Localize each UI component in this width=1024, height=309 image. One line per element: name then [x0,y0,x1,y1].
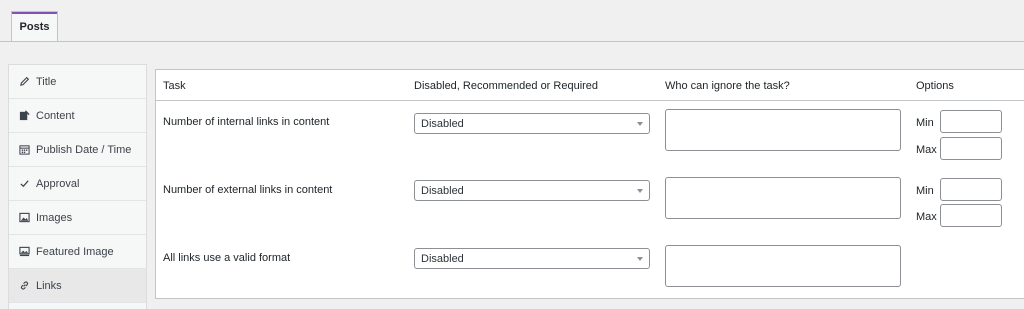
requirement-select-internal-links[interactable]: Disabled [414,113,650,134]
task-label-external-links: Number of external links in content [163,184,333,196]
featured-image-icon [19,246,30,257]
ignore-roles-field-valid-format[interactable] [665,245,901,287]
select-value: Disabled [421,118,464,130]
sidebar-item-label: Publish Date / Time [36,143,132,156]
sidebar-item-label: Featured Image [36,245,114,258]
sidebar-item-label: Content [36,109,75,122]
max-label: Max [916,211,937,223]
sidebar-item-label: Title [36,75,57,88]
chevron-down-icon [637,122,643,126]
select-value: Disabled [421,253,464,265]
sidebar-item-links[interactable]: Links [9,269,146,303]
header-divider [156,100,1024,101]
sidebar-item-featured-image[interactable]: Featured Image [9,235,146,269]
sidebar-item-content[interactable]: Content [9,99,146,133]
sidebar-item-label: Approval [36,177,80,190]
tab-posts[interactable]: Posts [11,11,58,41]
sidebar-item-images[interactable]: Images [9,201,146,235]
min-input-internal-links[interactable] [940,110,1002,133]
min-label: Min [916,185,934,197]
max-input-external-links[interactable] [940,204,1002,227]
max-label: Max [916,144,937,156]
task-label-valid-format: All links use a valid format [163,252,291,264]
pencil-icon [19,76,30,87]
ignore-roles-field-external-links[interactable] [665,177,901,219]
max-input-internal-links[interactable] [940,137,1002,160]
select-value: Disabled [421,185,464,197]
chevron-down-icon [637,257,643,261]
sidebar-item-label: Images [36,211,73,224]
calendar-icon [19,144,30,155]
min-label: Min [916,117,934,129]
sidebar-item-label: Links [36,279,62,292]
sidebar-item-publish-date[interactable]: Publish Date / Time [9,133,146,167]
content-icon [19,110,30,121]
column-header-ignore: Who can ignore the task? [665,80,790,92]
sidebar: Title Content Publish Date / Time Approv… [8,64,147,309]
sidebar-item-title[interactable]: Title [9,65,146,99]
tab-bar: Posts [0,0,1024,42]
requirement-select-external-links[interactable]: Disabled [414,180,650,201]
checkmark-icon [19,178,30,189]
image-icon [19,212,30,223]
column-header-requirement: Disabled, Recommended or Required [414,80,599,92]
task-label-internal-links: Number of internal links in content [163,116,330,128]
column-header-task: Task [163,80,186,92]
min-input-external-links[interactable] [940,178,1002,201]
link-icon [19,280,30,291]
requirement-select-valid-format[interactable]: Disabled [414,248,650,269]
sidebar-item-approval[interactable]: Approval [9,167,146,201]
column-header-options: Options [916,80,954,92]
chevron-down-icon [637,189,643,193]
ignore-roles-field-internal-links[interactable] [665,109,901,151]
